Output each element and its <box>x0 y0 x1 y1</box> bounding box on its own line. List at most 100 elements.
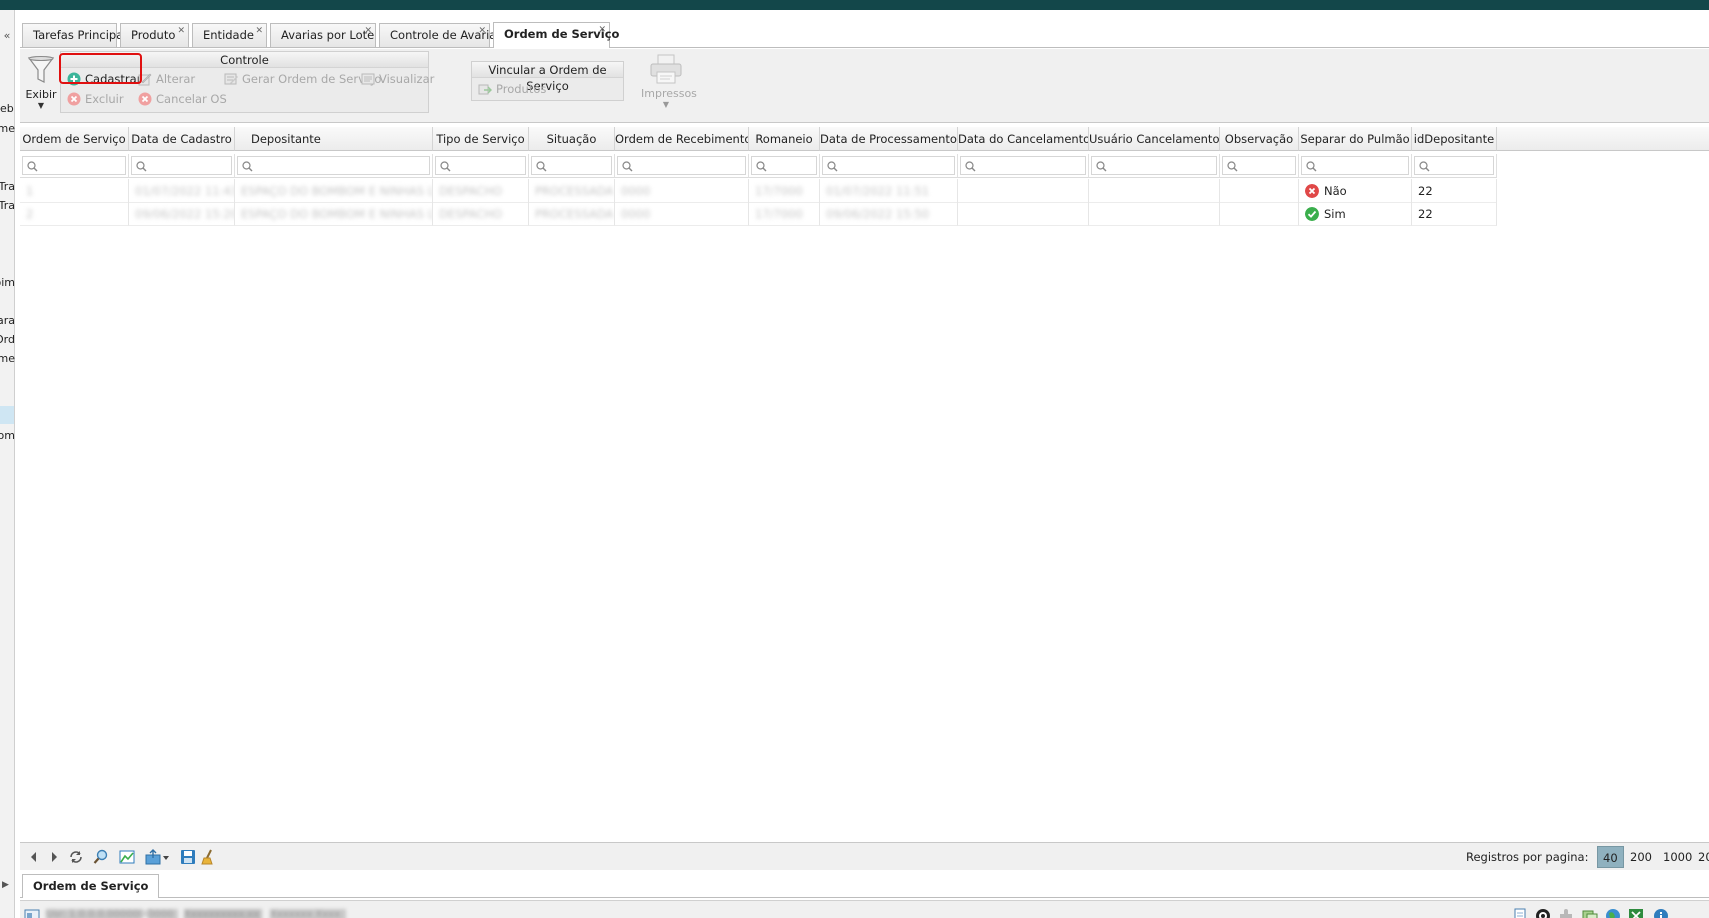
column-header-depositante[interactable]: Depositante <box>235 127 433 151</box>
left-nav-item[interactable]: me <box>0 122 15 135</box>
grid-cell[interactable] <box>1220 202 1299 226</box>
globe-icon[interactable] <box>1605 908 1621 918</box>
column-filter-input[interactable] <box>1301 156 1409 175</box>
column-header-situacao[interactable]: Situação <box>529 127 615 151</box>
tab-avarias-por-lote[interactable]: Avarias por Lote ✕ <box>270 23 376 47</box>
visualizar-button[interactable]: Visualizar <box>359 70 434 88</box>
tab-produto[interactable]: Produto ✕ <box>120 23 189 47</box>
tab-tarefas-principais[interactable]: Tarefas Principais <box>22 23 132 47</box>
grid-cell[interactable]: Não <box>1299 179 1412 203</box>
column-filter-input[interactable] <box>237 156 430 175</box>
alterar-button[interactable]: Alterar <box>136 70 195 88</box>
close-icon[interactable]: ✕ <box>598 24 606 36</box>
left-nav-item[interactable]: rme <box>0 352 15 365</box>
grid-cell[interactable]: 0000 <box>615 202 749 226</box>
grid-cell[interactable]: 1 <box>20 179 129 203</box>
left-nav-item-selected[interactable] <box>0 406 14 424</box>
grid-cell[interactable]: ESPAÇO DO BOMBOM E NINHAS LT <box>235 202 433 226</box>
tab-ordem-de-servico[interactable]: Ordem de Serviço ✕ <box>493 22 619 48</box>
page-size-200[interactable]: 200 <box>1625 846 1657 868</box>
produtos-button[interactable]: Produtos <box>476 80 546 98</box>
left-nav-item[interactable]: eb <box>0 102 15 115</box>
column-header-separar-pulmao[interactable]: Separar do Pulmão <box>1299 127 1412 151</box>
column-header-usuario-cancelamento[interactable]: Usuário Cancelamento <box>1089 127 1220 151</box>
user-card-icon <box>24 909 40 918</box>
left-nav-item[interactable]: Ord <box>0 333 15 346</box>
refresh-icon[interactable] <box>68 849 84 865</box>
collapse-panel-icon[interactable]: « <box>0 28 14 44</box>
search-icon[interactable] <box>93 849 109 865</box>
grid-cell[interactable]: 01/07/2022 11:43 <box>129 179 235 203</box>
grid-cell[interactable]: 09/06/2022 15:50 <box>820 202 958 226</box>
page-size-1000[interactable]: 1000 <box>1658 846 1697 868</box>
close-icon[interactable]: ✕ <box>177 25 185 37</box>
close-icon[interactable]: ✕ <box>478 25 486 37</box>
close-icon[interactable]: ✕ <box>364 25 372 37</box>
cancelar-os-button[interactable]: Cancelar OS <box>136 90 227 108</box>
column-header-ordem-recebimento[interactable]: Ordem de Recebimento <box>615 127 749 151</box>
tab-controle-de-avaria[interactable]: Controle de Avaria ✕ <box>379 23 496 47</box>
left-nav-item[interactable]: oim <box>0 276 15 289</box>
grid-cell[interactable]: 09/06/2022 15:20 <box>129 202 235 226</box>
grid-cell[interactable]: 22 <box>1412 202 1497 226</box>
grid-cell[interactable]: 17/7000 <box>749 202 820 226</box>
expand-arrow-icon[interactable]: ▶ <box>2 880 9 890</box>
grid-cell[interactable]: DESPACHO <box>433 179 529 203</box>
grid-cell[interactable]: PROCESSADA <box>529 179 615 203</box>
grid-cell[interactable] <box>958 202 1089 226</box>
exibir-button[interactable]: Exibir ▼ <box>24 55 58 111</box>
windows-icon[interactable] <box>1582 908 1598 918</box>
chart-icon[interactable] <box>119 849 135 865</box>
grid-cell[interactable]: PROCESSADA <box>529 202 615 226</box>
plugin-puzzle-icon[interactable] <box>1558 908 1574 918</box>
column-filter-input[interactable] <box>1091 156 1217 175</box>
gerar-ordem-servico-button[interactable]: Gerar Ordem de Serviço <box>222 70 381 88</box>
column-header-data-cancelamento[interactable]: Data do Cancelamento <box>958 127 1089 151</box>
next-page-icon[interactable] <box>46 849 62 865</box>
page-size-2000[interactable]: 2000 <box>1693 846 1709 868</box>
column-filter-input[interactable] <box>617 156 746 175</box>
tab-entidade[interactable]: Entidade ✕ <box>192 23 267 47</box>
excel-icon[interactable] <box>1628 908 1644 918</box>
document-icon[interactable] <box>1512 908 1528 918</box>
ribbon-toolbar: Exibir ▼ Controle Cadastrar Alterar Gera… <box>20 49 1709 123</box>
column-header-observacao[interactable]: Observação <box>1220 127 1299 151</box>
grid-cell[interactable] <box>1089 179 1220 203</box>
page-size-40[interactable]: 40 <box>1597 846 1624 868</box>
left-nav-item[interactable]: Tra <box>0 199 15 212</box>
grid-cell[interactable] <box>1220 179 1299 203</box>
excluir-button[interactable]: Excluir <box>65 90 124 108</box>
grid-cell[interactable]: 01/07/2022 11:51 <box>820 179 958 203</box>
left-nav-item[interactable]: Tra <box>0 180 15 193</box>
grid-cell[interactable]: ESPAÇO DO BOMBOM E NINHAS LT <box>235 179 433 203</box>
column-filter-input[interactable] <box>822 156 955 175</box>
column-header-data-cadastro[interactable]: Data de Cadastro <box>129 127 235 151</box>
column-header-data-processamento[interactable]: Data de Processamento <box>820 127 958 151</box>
left-navigation-strip[interactable]: « eb me Tra Tra oim ara Ord rme om ▶ <box>0 10 15 918</box>
grid-cell[interactable] <box>1089 202 1220 226</box>
camera-icon[interactable] <box>1535 908 1551 918</box>
grid-cell[interactable]: 22 <box>1412 179 1497 203</box>
export-dropdown-icon[interactable] <box>145 849 171 865</box>
column-header-ordem-servico[interactable]: Ordem de Serviço <box>20 127 129 151</box>
left-nav-item[interactable]: ara <box>0 314 15 327</box>
left-nav-item[interactable]: om <box>0 429 15 442</box>
grid-cell[interactable]: 0000 <box>615 179 749 203</box>
close-icon[interactable]: ✕ <box>255 25 263 37</box>
column-header-romaneio[interactable]: Romaneio <box>749 127 820 151</box>
grid-cell[interactable]: 17/7000 <box>749 179 820 203</box>
column-filter-input[interactable] <box>960 156 1086 175</box>
clear-broom-icon[interactable] <box>200 849 216 865</box>
search-icon <box>136 161 147 172</box>
grid-cell[interactable] <box>958 179 1089 203</box>
impressos-button[interactable]: Impressos ▼ <box>641 54 697 110</box>
bottom-tab-ordem-servico[interactable]: Ordem de Serviço <box>22 874 160 898</box>
grid-cell[interactable]: DESPACHO <box>433 202 529 226</box>
info-icon[interactable] <box>1653 908 1669 918</box>
column-header-tipo-servico[interactable]: Tipo de Serviço <box>433 127 529 151</box>
previous-page-icon[interactable] <box>26 849 42 865</box>
grid-cell[interactable]: Sim <box>1299 202 1412 226</box>
column-header-id-depositante[interactable]: idDepositante <box>1412 127 1497 151</box>
grid-cell[interactable]: 2 <box>20 202 129 226</box>
save-icon[interactable] <box>180 849 196 865</box>
